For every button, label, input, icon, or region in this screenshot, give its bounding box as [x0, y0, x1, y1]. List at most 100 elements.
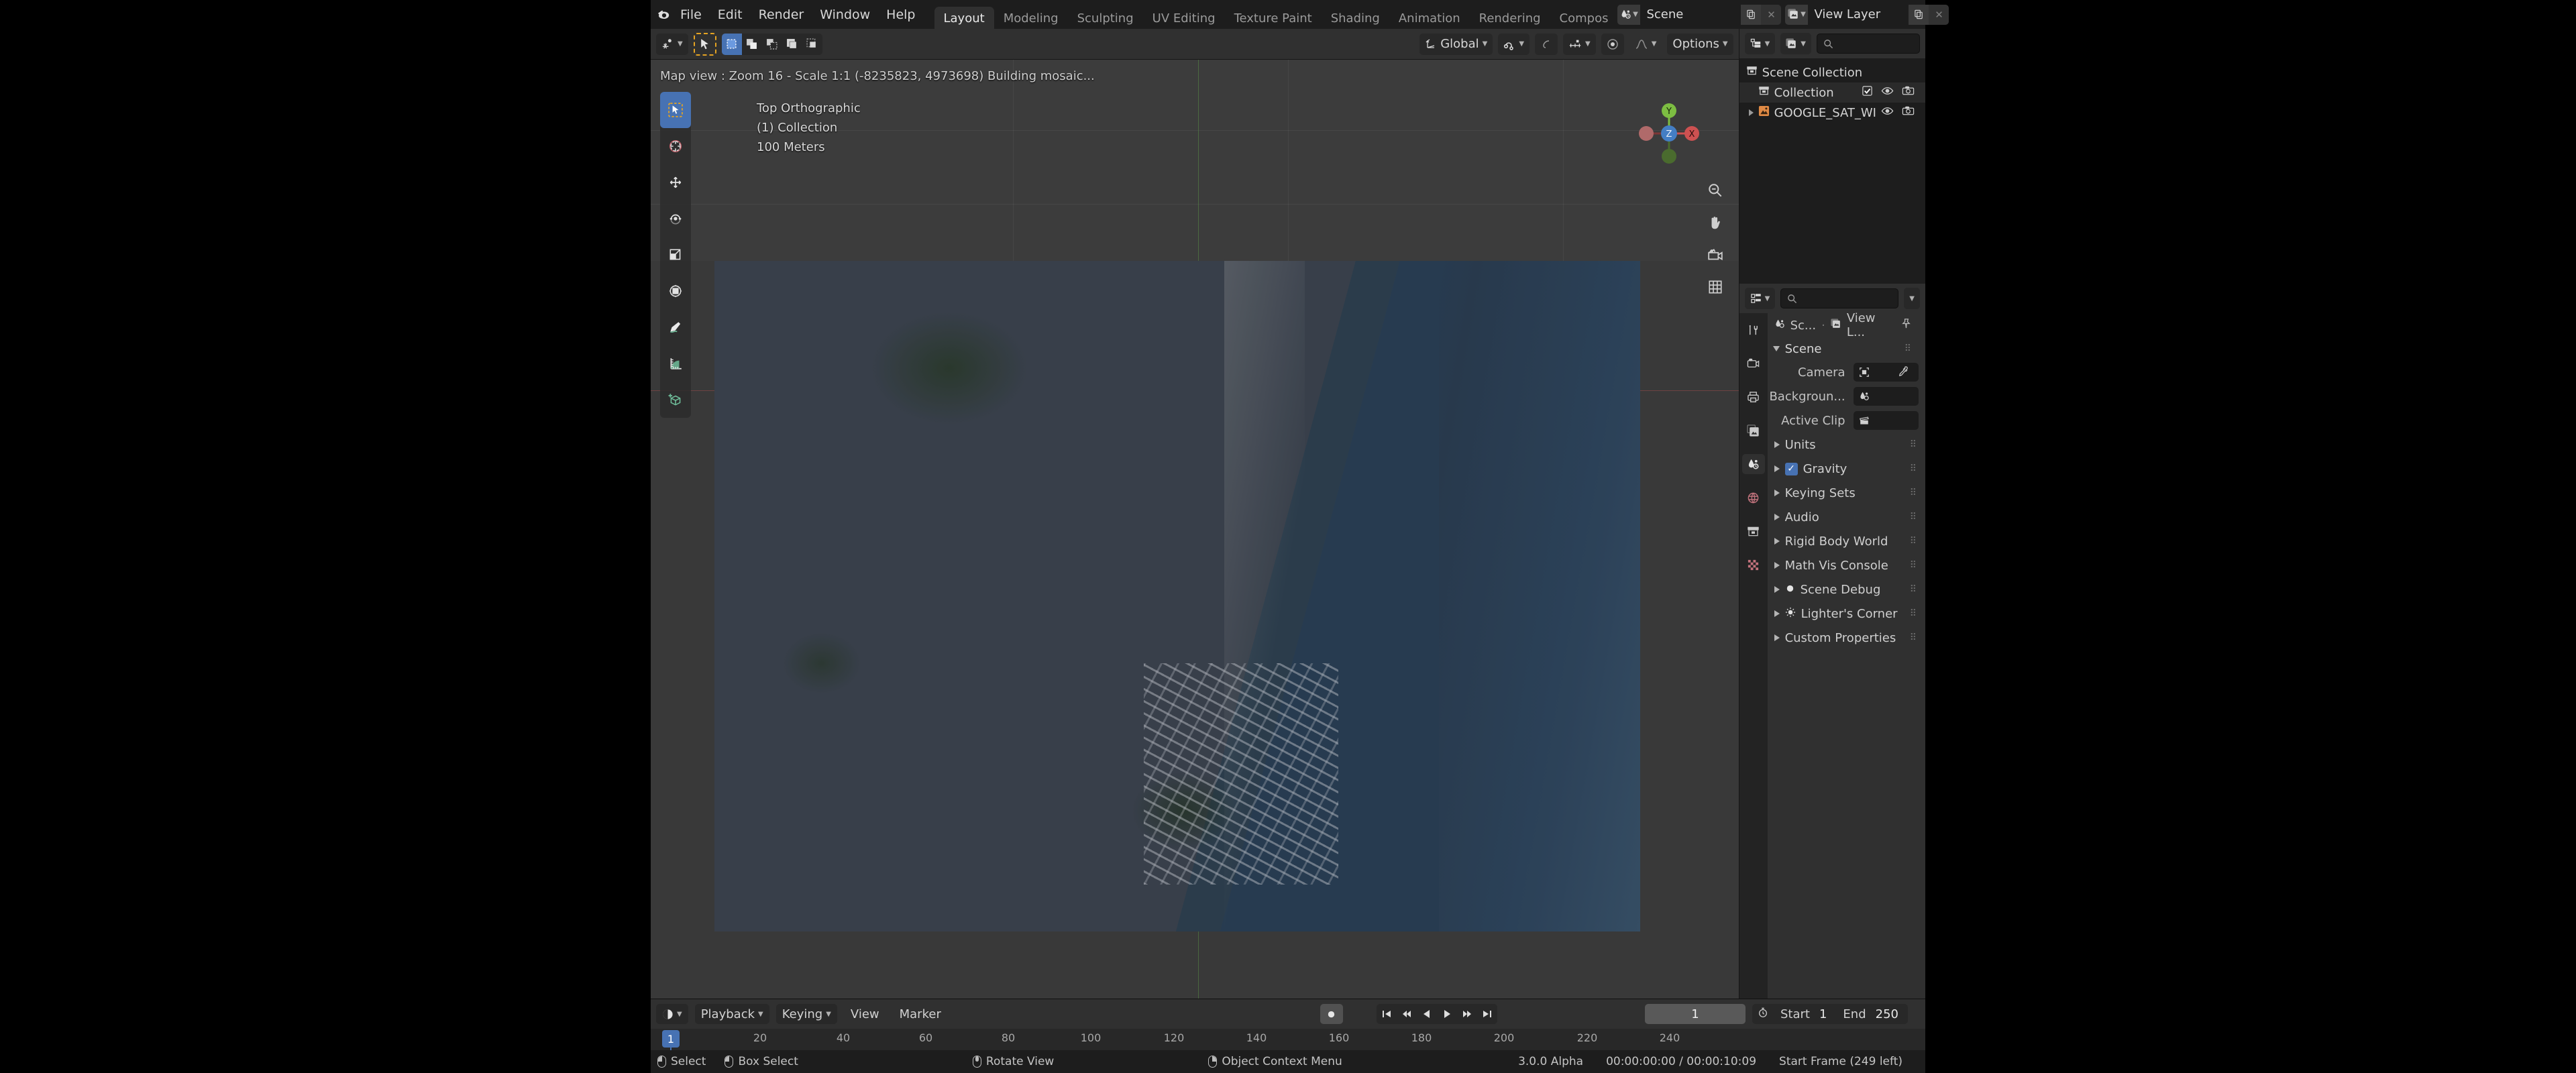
- active-tool-indicator[interactable]: [694, 33, 716, 56]
- camera-field[interactable]: [1854, 363, 1919, 382]
- timeline-menu-playback[interactable]: Playback ▼: [695, 1004, 769, 1024]
- gravity-checkbox[interactable]: ✓: [1785, 463, 1798, 475]
- tab-animation[interactable]: Animation: [1389, 7, 1470, 31]
- pivot-point-dropdown[interactable]: [1601, 34, 1624, 55]
- next-keyframe-button[interactable]: [1457, 1004, 1477, 1024]
- select-intersect-icon[interactable]: [802, 34, 822, 55]
- disable-in-render-camera-icon[interactable]: [1902, 85, 1915, 100]
- outliner-editor-type-button[interactable]: ▼: [1745, 33, 1776, 54]
- select-extend-icon[interactable]: [742, 34, 762, 55]
- tool-add-cube-icon[interactable]: [660, 382, 691, 418]
- viewlayer-name[interactable]: View Layer: [1808, 5, 1909, 25]
- panel-grip-icon[interactable]: ⠿: [1904, 343, 1920, 354]
- prev-keyframe-button[interactable]: [1397, 1004, 1417, 1024]
- snap-toggle[interactable]: ▼: [1498, 34, 1529, 55]
- select-set-icon[interactable]: [722, 34, 742, 55]
- outliner-search-input[interactable]: [1817, 34, 1920, 54]
- new-scene-button[interactable]: [1741, 5, 1761, 25]
- properties-options-dropdown[interactable]: ▼: [1904, 288, 1920, 309]
- properties-tab-scene[interactable]: [1742, 454, 1765, 474]
- panel-grip-icon[interactable]: ⠿: [1910, 512, 1925, 522]
- end-frame-value[interactable]: 250: [1873, 1007, 1908, 1021]
- panel-grip-icon[interactable]: ⠿: [1910, 463, 1925, 474]
- panel-grip-icon[interactable]: ⠿: [1910, 584, 1925, 595]
- properties-search-input[interactable]: [1780, 288, 1898, 308]
- tool-rotate-icon[interactable]: [660, 201, 691, 237]
- viewport-options-dropdown[interactable]: Options ▼: [1667, 34, 1733, 55]
- timeline-menu-view[interactable]: View: [844, 1005, 886, 1023]
- select-invert-icon[interactable]: [782, 34, 802, 55]
- properties-tab-tool[interactable]: [1742, 320, 1765, 340]
- disable-in-render-camera-icon[interactable]: [1902, 105, 1915, 120]
- section-units[interactable]: Units ⠿: [1768, 433, 1925, 457]
- tab-layout[interactable]: Layout: [934, 7, 994, 31]
- hide-in-viewport-eye-icon[interactable]: [1881, 85, 1894, 100]
- tool-measure-icon[interactable]: [660, 345, 691, 382]
- menu-render[interactable]: Render: [751, 5, 812, 25]
- timeline-menu-marker[interactable]: Marker: [893, 1005, 948, 1023]
- snap-increment-dropdown[interactable]: ▼: [1563, 34, 1596, 55]
- scene-panel-header[interactable]: Scene ⠿: [1768, 337, 1925, 360]
- panel-grip-icon[interactable]: ⠿: [1910, 632, 1925, 643]
- play-button[interactable]: [1437, 1004, 1457, 1024]
- panel-grip-icon[interactable]: ⠿: [1910, 608, 1925, 619]
- properties-tab-viewlayer[interactable]: [1742, 420, 1765, 441]
- object-mode-dropdown[interactable]: ▼: [656, 34, 688, 55]
- zoom-icon[interactable]: [1704, 179, 1727, 202]
- timeline-editor-type-button[interactable]: ▼: [656, 1004, 688, 1024]
- eyedropper-icon[interactable]: [1898, 365, 1909, 380]
- select-subtract-icon[interactable]: [762, 34, 782, 55]
- tool-tweak-select-icon[interactable]: [660, 92, 691, 128]
- proportional-edit-toggle[interactable]: [1535, 34, 1558, 55]
- properties-tab-output[interactable]: [1742, 387, 1765, 407]
- playhead[interactable]: 1: [662, 1030, 680, 1048]
- background-field[interactable]: [1854, 387, 1919, 406]
- tab-compositing[interactable]: Compos: [1550, 7, 1618, 31]
- section-custom-properties[interactable]: Custom Properties ⠿: [1768, 626, 1925, 650]
- navigation-gizmo[interactable]: Y X Z: [1637, 101, 1701, 166]
- tab-sculpting[interactable]: Sculpting: [1068, 7, 1143, 31]
- timeline-ruler[interactable]: 1 20 40 60 80 100 120 140 160 180 200 22…: [651, 1029, 1925, 1050]
- scene-name[interactable]: Scene: [1640, 5, 1741, 25]
- timeline-menu-keying[interactable]: Keying ▼: [776, 1004, 837, 1024]
- properties-tab-collection[interactable]: [1742, 521, 1765, 541]
- menu-window[interactable]: Window: [812, 5, 878, 25]
- unlink-scene-button[interactable]: ✕: [1761, 5, 1781, 25]
- active-clip-field[interactable]: [1854, 411, 1919, 430]
- section-keying-sets[interactable]: Keying Sets ⠿: [1768, 481, 1925, 505]
- jump-to-start-button[interactable]: [1377, 1004, 1397, 1024]
- tool-scale-icon[interactable]: [660, 237, 691, 273]
- menu-edit[interactable]: Edit: [710, 5, 751, 25]
- section-rigid-body-world[interactable]: Rigid Body World ⠿: [1768, 529, 1925, 553]
- scene-icon[interactable]: ▼: [1617, 5, 1640, 25]
- viewport-3d[interactable]: Map view : Zoom 16 - Scale 1:1 (-8235823…: [651, 60, 1739, 1021]
- jump-to-end-button[interactable]: [1477, 1004, 1497, 1024]
- exclude-checkbox[interactable]: [1862, 85, 1873, 100]
- new-viewlayer-button[interactable]: [1909, 5, 1929, 25]
- panel-grip-icon[interactable]: ⠿: [1910, 439, 1925, 450]
- outliner-row-collection[interactable]: Collection: [1739, 82, 1925, 103]
- toggle-ortho-icon[interactable]: [1704, 276, 1727, 298]
- view-layer-icon[interactable]: ▼: [1785, 5, 1808, 25]
- outliner-row-scene-collection[interactable]: Scene Collection: [1739, 62, 1925, 82]
- panel-grip-icon[interactable]: ⠿: [1910, 560, 1925, 571]
- tool-cursor-icon[interactable]: [660, 128, 691, 164]
- breadcrumb-scene-label[interactable]: Sc...: [1790, 319, 1817, 333]
- section-math-vis-console[interactable]: Math Vis Console ⠿: [1768, 553, 1925, 577]
- breadcrumb-viewlayer-label[interactable]: View L...: [1847, 311, 1895, 339]
- menu-file[interactable]: File: [672, 5, 710, 25]
- blender-logo-icon[interactable]: [656, 5, 672, 25]
- tab-modeling[interactable]: Modeling: [994, 7, 1068, 31]
- outliner-display-mode-button[interactable]: ▼: [1780, 33, 1811, 54]
- outliner-row-google-sat[interactable]: GOOGLE_SAT_WI: [1739, 103, 1925, 123]
- camera-view-icon[interactable]: [1704, 243, 1727, 266]
- tool-transform-icon[interactable]: [660, 273, 691, 309]
- transform-orientation-dropdown[interactable]: Global ▼: [1419, 34, 1493, 55]
- tab-uv-editing[interactable]: UV Editing: [1143, 7, 1225, 31]
- play-reverse-button[interactable]: [1417, 1004, 1437, 1024]
- expand-triangle-icon[interactable]: [1749, 109, 1754, 116]
- section-gravity[interactable]: ✓ Gravity ⠿: [1768, 457, 1925, 481]
- properties-tab-texture[interactable]: [1742, 555, 1765, 575]
- remove-viewlayer-button[interactable]: ✕: [1929, 5, 1949, 25]
- section-lighters-corner[interactable]: Lighter's Corner ⠿: [1768, 602, 1925, 626]
